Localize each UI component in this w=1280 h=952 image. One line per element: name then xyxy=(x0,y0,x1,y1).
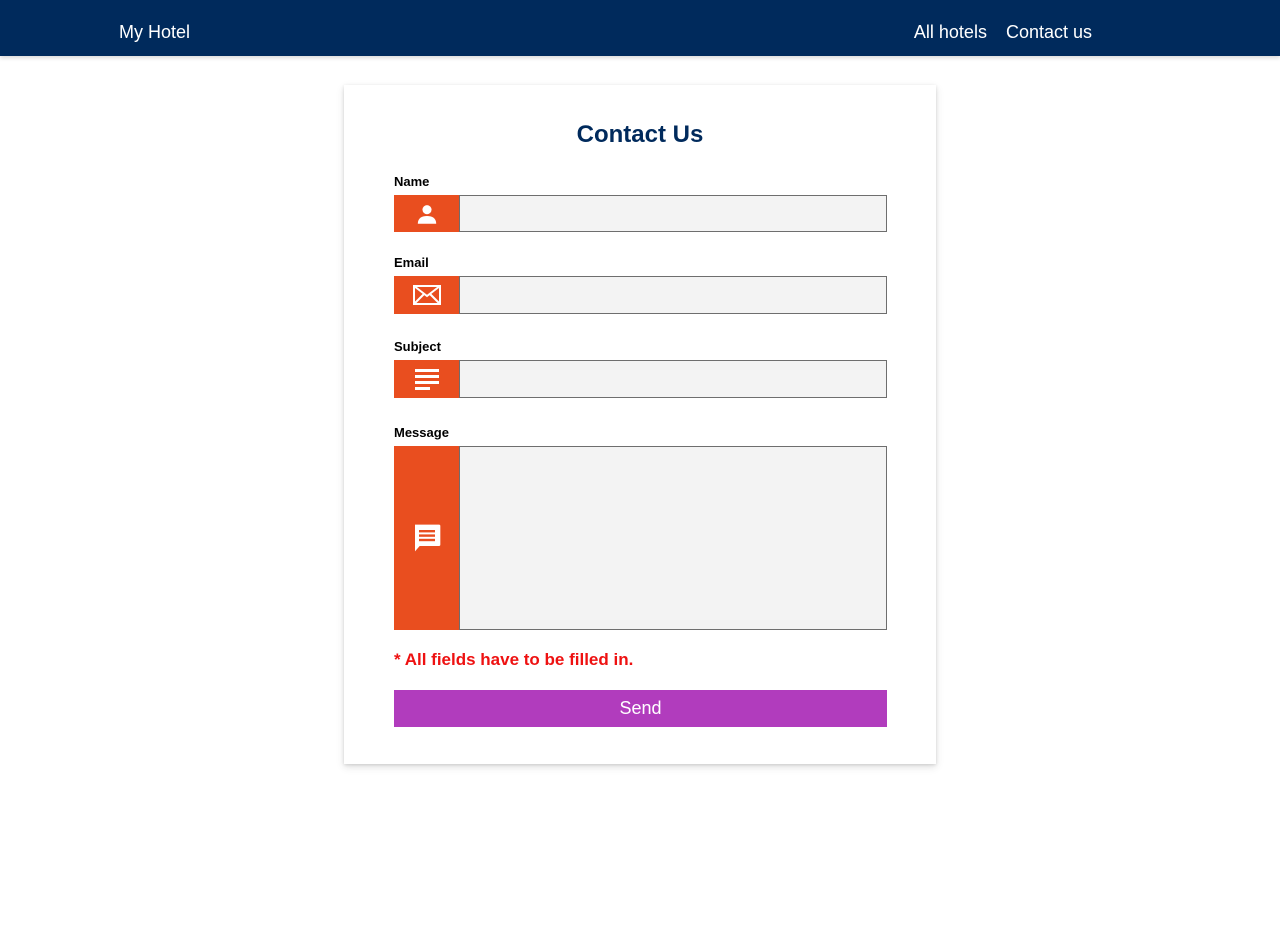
message-textarea[interactable] xyxy=(459,446,887,630)
subject-lines-icon xyxy=(414,369,439,390)
person-icon xyxy=(417,204,436,224)
nav-links: All hotels Contact us xyxy=(914,0,1092,56)
page-title: Contact Us xyxy=(576,121,704,148)
envelope-icon xyxy=(412,285,441,305)
name-icon-box xyxy=(394,195,459,232)
nav-link-all-hotels[interactable]: All hotels xyxy=(914,14,987,43)
required-fields-note: * All fields have to be filled in. xyxy=(394,650,634,669)
send-button[interactable]: Send xyxy=(394,690,887,727)
subject-field-row xyxy=(394,360,887,398)
top-navbar: My Hotel All hotels Contact us xyxy=(0,0,1280,56)
name-label: Name xyxy=(394,174,430,189)
message-bubble-icon xyxy=(414,524,440,552)
name-field-row xyxy=(394,195,887,232)
nav-link-contact-us[interactable]: Contact us xyxy=(1006,14,1092,43)
subject-input[interactable] xyxy=(459,360,887,398)
email-input[interactable] xyxy=(459,276,887,314)
email-icon-box xyxy=(394,276,459,314)
subject-icon-box xyxy=(394,360,459,398)
message-label: Message xyxy=(394,425,449,440)
message-icon-box xyxy=(394,446,459,630)
message-field-row xyxy=(394,446,887,630)
contact-form-card: Contact Us Name Email Subject Message * … xyxy=(344,85,936,764)
email-label: Email xyxy=(394,255,429,270)
email-field-row xyxy=(394,276,887,314)
name-input[interactable] xyxy=(459,195,887,232)
brand-link[interactable]: My Hotel xyxy=(119,0,190,56)
subject-label: Subject xyxy=(394,339,441,354)
